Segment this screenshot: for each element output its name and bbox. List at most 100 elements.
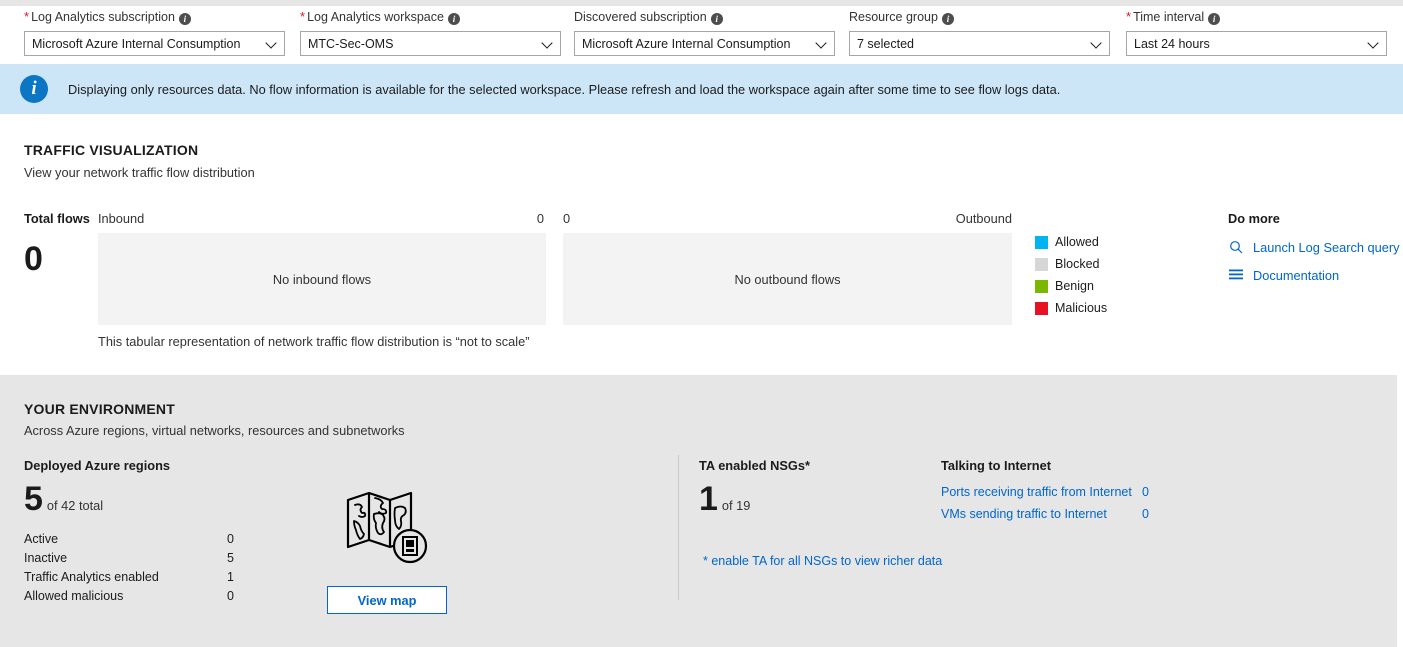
- legend-swatch-benign: [1035, 279, 1048, 293]
- stat-value: 0: [227, 589, 234, 603]
- view-map-button[interactable]: View map: [327, 586, 447, 614]
- outbound-count: 0: [563, 211, 571, 226]
- info-icon[interactable]: i: [710, 13, 723, 25]
- your-environment-subtitle: Across Azure regions, virtual networks, …: [24, 423, 405, 438]
- stat-value: 5: [227, 551, 234, 565]
- table-row: Traffic Analytics enabled 1: [24, 568, 234, 587]
- required-asterisk: *: [1126, 9, 1132, 24]
- deployed-regions-value: 5: [24, 480, 43, 518]
- deployed-regions-value-group: 5 of 42 total: [24, 480, 103, 518]
- vms-sending-traffic-row[interactable]: VMs sending traffic to Internet 0: [941, 503, 1149, 525]
- filter-time-interval: * Time interval i Last 24 hours: [1126, 10, 1387, 56]
- ta-enabled-nsgs-heading: TA enabled NSGs*: [699, 458, 810, 473]
- legend-item: Malicious: [1035, 297, 1107, 319]
- select-value: 7 selected: [857, 36, 914, 51]
- outbound-flows-panel: No outbound flows: [563, 233, 1012, 325]
- list-icon: [1228, 267, 1244, 283]
- table-row: Inactive 5: [24, 549, 234, 568]
- legend-swatch-allowed: [1035, 235, 1048, 249]
- legend-label: Allowed: [1055, 235, 1099, 249]
- traffic-analytics-page: * Log Analytics subscription i Microsoft A…: [0, 0, 1403, 647]
- total-flows-value: 0: [24, 240, 43, 278]
- filter-label: * Time interval i: [1126, 10, 1387, 25]
- traffic-visualization-title: TRAFFIC VISUALIZATION: [24, 142, 199, 158]
- your-environment-title: YOUR ENVIRONMENT: [24, 401, 175, 417]
- chevron-down-icon: [1369, 39, 1378, 48]
- legend-label: Blocked: [1055, 257, 1100, 271]
- select-value: MTC-Sec-OMS: [308, 36, 394, 51]
- stat-label: Traffic Analytics enabled: [24, 570, 159, 584]
- required-asterisk: *: [24, 9, 30, 24]
- info-icon[interactable]: i: [178, 13, 191, 25]
- filter-label: Resource group i: [849, 10, 1110, 25]
- filter-label-text: Log Analytics subscription: [31, 10, 175, 24]
- chevron-down-icon: [543, 39, 552, 48]
- do-more-link-label: Launch Log Search query: [1253, 239, 1400, 255]
- ta-enabled-nsgs-total: of 19: [721, 498, 751, 513]
- stat-label: Active: [24, 532, 59, 546]
- select-value: Microsoft Azure Internal Consumption: [32, 36, 241, 51]
- legend-item: Allowed: [1035, 231, 1107, 253]
- do-more-title: Do more: [1228, 211, 1280, 226]
- log-analytics-subscription-select[interactable]: Microsoft Azure Internal Consumption: [24, 31, 285, 56]
- do-more-panel: Do more Launch Log Search query Document…: [1228, 211, 1400, 292]
- filter-label-text: Resource group: [849, 10, 938, 24]
- internet-row-value: 0: [1142, 507, 1149, 521]
- inbound-count: 0: [536, 211, 544, 226]
- talking-to-internet-heading: Talking to Internet: [941, 458, 1051, 473]
- documentation-link[interactable]: Documentation: [1228, 264, 1400, 286]
- legend-label: Benign: [1055, 279, 1094, 293]
- enable-ta-note-link[interactable]: * enable TA for all NSGs to view richer …: [703, 554, 942, 568]
- traffic-legend: Allowed Blocked Benign Malicious: [1035, 231, 1107, 319]
- select-value: Last 24 hours: [1134, 36, 1210, 51]
- chevron-down-icon: [267, 39, 276, 48]
- section-divider: [678, 455, 679, 600]
- view-map-button-label: View map: [357, 592, 417, 608]
- resource-group-select[interactable]: 7 selected: [849, 31, 1110, 56]
- internet-row-label: VMs sending traffic to Internet: [941, 507, 1107, 521]
- select-value: Microsoft Azure Internal Consumption: [582, 36, 791, 51]
- filter-label-text: Time interval: [1133, 10, 1205, 24]
- launch-log-search-query-link[interactable]: Launch Log Search query: [1228, 236, 1400, 258]
- search-icon: [1228, 239, 1244, 255]
- internet-row-value: 0: [1142, 485, 1149, 499]
- log-analytics-workspace-select[interactable]: MTC-Sec-OMS: [300, 31, 561, 56]
- legend-label: Malicious: [1055, 301, 1108, 315]
- filter-log-analytics-workspace: * Log Analytics workspace i MTC-Sec-OMS: [300, 10, 561, 56]
- discovered-subscription-select[interactable]: Microsoft Azure Internal Consumption: [574, 31, 835, 56]
- table-row: Allowed malicious 0: [24, 587, 234, 606]
- filter-bar: * Log Analytics subscription i Microsoft A…: [0, 6, 1403, 62]
- chevron-down-icon: [817, 39, 826, 48]
- filter-resource-group: Resource group i 7 selected: [849, 10, 1110, 56]
- inbound-flows-panel: No inbound flows: [98, 233, 546, 325]
- deployed-regions-heading: Deployed Azure regions: [24, 458, 171, 473]
- filter-label-text: Discovered subscription: [574, 10, 707, 24]
- your-environment-section: YOUR ENVIRONMENT Across Azure regions, v…: [0, 375, 1397, 647]
- legend-swatch-malicious: [1035, 301, 1048, 315]
- time-interval-select[interactable]: Last 24 hours: [1126, 31, 1387, 56]
- chevron-down-icon: [1092, 39, 1101, 48]
- do-more-link-label: Documentation: [1253, 267, 1340, 283]
- info-icon[interactable]: i: [941, 13, 954, 25]
- total-flows-label: Total flows: [24, 211, 90, 226]
- filter-label: * Log Analytics subscription i: [24, 10, 285, 25]
- ports-receiving-traffic-row[interactable]: Ports receiving traffic from Internet 0: [941, 481, 1149, 503]
- info-banner: i Displaying only resources data. No flo…: [0, 64, 1403, 114]
- info-icon: i: [20, 75, 48, 103]
- stat-value: 0: [227, 532, 234, 546]
- required-asterisk: *: [300, 9, 306, 24]
- stat-value: 1: [227, 570, 234, 584]
- folded-map-icon: [345, 488, 429, 571]
- filter-label: * Log Analytics workspace i: [300, 10, 561, 25]
- info-icon[interactable]: i: [447, 13, 460, 25]
- info-banner-text: Displaying only resources data. No flow …: [68, 81, 1061, 97]
- ta-enabled-nsgs-value: 1: [699, 480, 718, 518]
- stat-label: Inactive: [24, 551, 68, 565]
- filter-label-text: Log Analytics workspace: [307, 10, 444, 24]
- filter-discovered-subscription: Discovered subscription i Microsoft Azure…: [574, 10, 835, 56]
- outbound-label: Outbound: [955, 211, 1012, 226]
- regions-stats-table: Active 0 Inactive 5 Traffic Analytics en…: [24, 530, 234, 606]
- info-icon[interactable]: i: [1208, 13, 1221, 25]
- talking-to-internet-list: Ports receiving traffic from Internet 0 …: [941, 481, 1149, 525]
- ta-enabled-nsgs-value-group: 1 of 19: [699, 480, 750, 518]
